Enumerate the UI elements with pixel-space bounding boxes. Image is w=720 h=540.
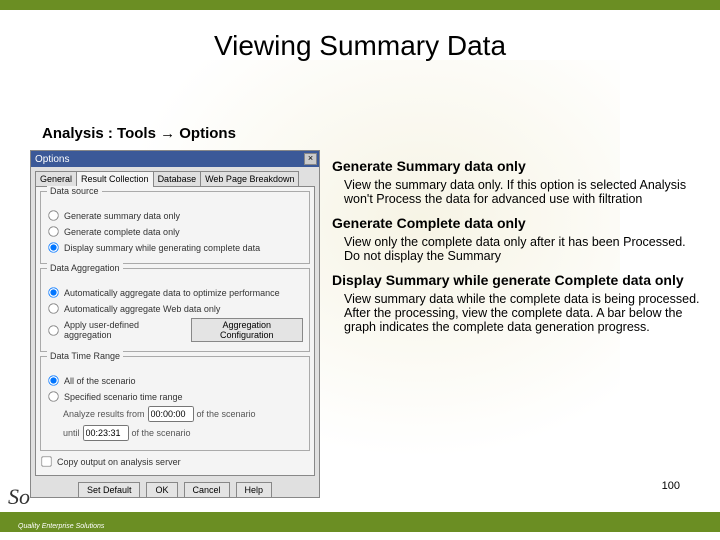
bottom-accent-bar (0, 512, 720, 532)
time-from-suffix: of the scenario (197, 409, 256, 419)
set-default-button[interactable]: Set Default (78, 482, 141, 498)
radio-auto-aggregate-web[interactable]: Automatically aggregate Web data only (47, 302, 303, 315)
time-from-row: Analyze results from of the scenario (63, 406, 303, 422)
radio-all-scenario-input[interactable] (48, 375, 58, 385)
radio-auto-aggregate-label: Automatically aggregate data to optimize… (64, 288, 280, 298)
cancel-button[interactable]: Cancel (184, 482, 230, 498)
radio-specified-range-label: Specified scenario time range (64, 392, 183, 402)
radio-user-defined-agg[interactable]: Apply user-defined aggregation Aggregati… (47, 318, 303, 342)
tab-result-collection[interactable]: Result Collection (76, 171, 154, 187)
group-data-aggregation: Data Aggregation Automatically aggregate… (40, 268, 310, 352)
close-icon[interactable]: × (304, 153, 317, 165)
radio-complete-only-label: Generate complete data only (64, 227, 180, 237)
group-data-source: Data source Generate summary data only G… (40, 191, 310, 264)
logo-subtitle: Quality Enterprise Solutions (18, 523, 104, 530)
dialog-titlebar: Options × (31, 151, 319, 167)
radio-complete-only-input[interactable] (48, 226, 58, 236)
time-until-row: until of the scenario (63, 425, 303, 441)
check-copy-output-label: Copy output on analysis server (57, 457, 181, 467)
tab-body: Data source Generate summary data only G… (35, 186, 315, 476)
tab-database[interactable]: Database (153, 171, 202, 187)
radio-auto-aggregate[interactable]: Automatically aggregate data to optimize… (47, 286, 303, 299)
radio-user-defined-agg-label: Apply user-defined aggregation (64, 320, 187, 340)
group-data-aggregation-title: Data Aggregation (47, 263, 123, 273)
group-data-time-range: Data Time Range All of the scenario Spec… (40, 356, 310, 451)
heading-summary-while-complete: Display Summary while generate Complete … (332, 272, 704, 288)
help-button[interactable]: Help (236, 482, 273, 498)
group-data-time-range-title: Data Time Range (47, 351, 123, 361)
radio-summary-while-complete-input[interactable] (48, 242, 58, 252)
radio-summary-only-label: Generate summary data only (64, 211, 180, 221)
radio-summary-only-input[interactable] (48, 210, 58, 220)
heading-summary-only: Generate Summary data only (332, 158, 704, 174)
dialog-button-row: Set Default OK Cancel Help (31, 480, 319, 502)
explanation-panel: Generate Summary data only View the summ… (332, 152, 704, 343)
radio-all-scenario-label: All of the scenario (64, 376, 136, 386)
top-accent-bar (0, 0, 720, 10)
group-data-source-title: Data source (47, 186, 102, 196)
time-until-label: until (63, 428, 80, 438)
radio-auto-aggregate-input[interactable] (48, 287, 58, 297)
aggregation-config-button[interactable]: Aggregation Configuration (191, 318, 303, 342)
breadcrumb: Analysis : Tools → Options (42, 125, 236, 142)
check-copy-output-input[interactable] (41, 456, 51, 466)
page-title: Viewing Summary Data (0, 30, 720, 62)
radio-summary-while-complete-label: Display summary while generating complet… (64, 243, 260, 253)
radio-specified-range-input[interactable] (48, 391, 58, 401)
options-dialog: Options × General Result Collection Data… (30, 150, 320, 498)
radio-summary-while-complete[interactable]: Display summary while generating complet… (47, 241, 303, 254)
logo-text: So (8, 484, 30, 510)
desc-summary-only: View the summary data only. If this opti… (344, 178, 704, 207)
heading-complete-only: Generate Complete data only (332, 215, 704, 231)
radio-summary-only[interactable]: Generate summary data only (47, 209, 303, 222)
radio-all-scenario[interactable]: All of the scenario (47, 374, 303, 387)
radio-specified-range[interactable]: Specified scenario time range (47, 390, 303, 403)
time-until-input[interactable] (83, 425, 129, 441)
radio-user-defined-agg-input[interactable] (48, 325, 58, 335)
check-copy-output[interactable]: Copy output on analysis server (40, 455, 310, 468)
dialog-title: Options (35, 154, 69, 165)
page-number: 100 (662, 480, 680, 492)
radio-complete-only[interactable]: Generate complete data only (47, 225, 303, 238)
tab-web-page-breakdown[interactable]: Web Page Breakdown (200, 171, 299, 187)
dialog-tabs: General Result Collection Database Web P… (35, 171, 315, 187)
time-from-input[interactable] (148, 406, 194, 422)
desc-complete-only: View only the complete data only after i… (344, 235, 704, 264)
tab-general[interactable]: General (35, 171, 77, 187)
ok-button[interactable]: OK (146, 482, 177, 498)
desc-summary-while-complete: View summary data while the complete dat… (344, 292, 704, 335)
radio-auto-aggregate-web-input[interactable] (48, 303, 58, 313)
radio-auto-aggregate-web-label: Automatically aggregate Web data only (64, 304, 220, 314)
time-until-suffix: of the scenario (132, 428, 191, 438)
time-from-label: Analyze results from (63, 409, 145, 419)
